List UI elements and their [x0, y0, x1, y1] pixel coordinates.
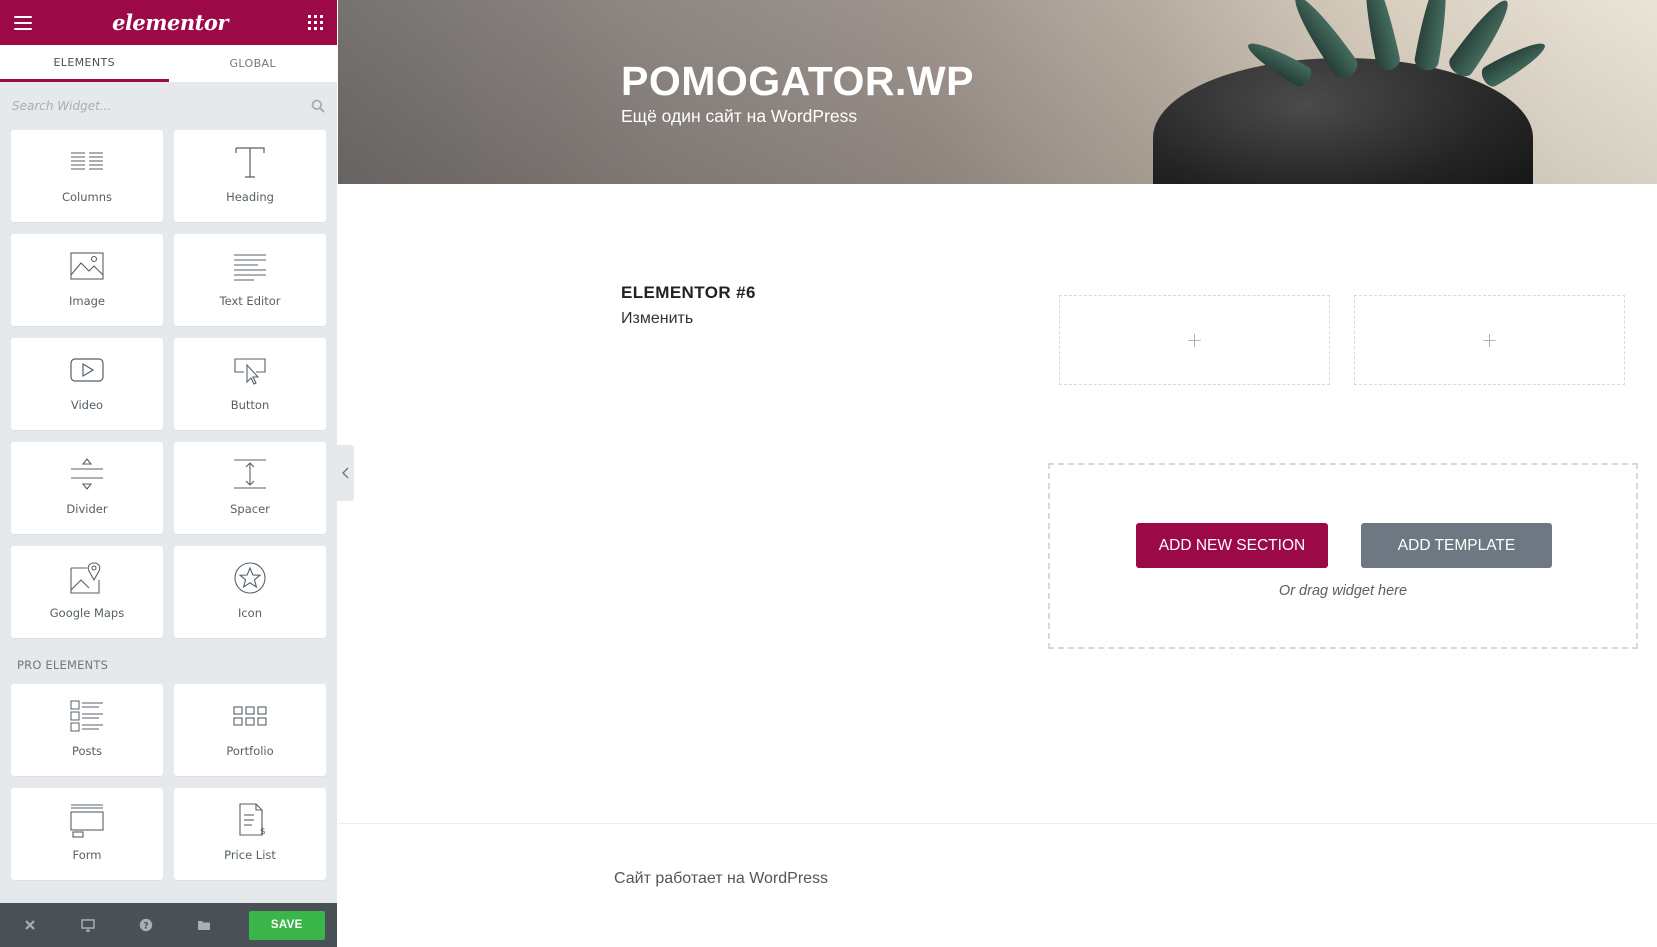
widget-label: Icon — [237, 606, 263, 620]
image-icon — [70, 252, 104, 280]
pro-elements-title: PRO ELEMENTS — [17, 658, 109, 672]
panel-footer: ? SAVE — [0, 903, 337, 947]
post-title: ELEMENTOR #6 — [621, 283, 756, 302]
add-template-button[interactable]: ADD TEMPLATE — [1361, 523, 1552, 568]
chevron-left-icon — [341, 467, 348, 479]
widget-label: Form — [72, 848, 102, 862]
collapse-panel-handle[interactable] — [337, 445, 354, 501]
widget-portfolio[interactable]: Portfolio — [174, 684, 326, 776]
panel-tabs: ELEMENTS GLOBAL — [0, 45, 337, 82]
site-footer-text: Сайт работает на WordPress — [614, 870, 829, 887]
video-icon — [70, 358, 104, 382]
widget-label: Video — [70, 398, 104, 412]
close-icon — [24, 920, 35, 930]
search-input[interactable] — [12, 99, 325, 113]
elementor-logo: elementor — [112, 10, 228, 35]
widget-label: Price List — [224, 848, 276, 862]
basic-widgets-grid: Columns Heading Image Text Editor Video … — [0, 130, 337, 638]
text-editor-icon — [234, 254, 266, 281]
search-icon — [311, 99, 325, 113]
divider-icon — [71, 458, 103, 490]
tab-global[interactable]: GLOBAL — [169, 45, 338, 82]
save-button[interactable]: SAVE — [248, 910, 326, 940]
edit-link[interactable]: Изменить — [621, 310, 693, 328]
widget-label: Portfolio — [226, 744, 274, 758]
widget-google-maps[interactable]: Google Maps — [11, 546, 163, 638]
widget-label: Text Editor — [219, 294, 281, 308]
empty-column-add[interactable]: + — [1059, 295, 1330, 385]
site-tagline: Ещё один сайт на WordPress — [621, 106, 858, 126]
widget-label: Divider — [66, 502, 108, 516]
widget-price-list[interactable]: $ Price List — [174, 788, 326, 880]
heading-icon — [235, 147, 265, 178]
widget-label: Spacer — [230, 502, 270, 516]
portfolio-icon — [233, 706, 267, 726]
svg-text:$: $ — [260, 827, 266, 837]
widget-label: Columns — [61, 190, 113, 204]
star-icon — [234, 562, 266, 594]
widget-spacer[interactable]: Spacer — [174, 442, 326, 534]
widget-form[interactable]: Form — [11, 788, 163, 880]
columns-icon — [71, 152, 103, 170]
price-list-icon: $ — [239, 803, 266, 837]
widget-text-editor[interactable]: Text Editor — [174, 234, 326, 326]
svg-text:?: ? — [143, 922, 148, 932]
panel-header: elementor — [0, 0, 337, 45]
widget-video[interactable]: Video — [11, 338, 163, 430]
widget-image[interactable]: Image — [11, 234, 163, 326]
widget-heading[interactable]: Heading — [174, 130, 326, 222]
folder-icon — [197, 921, 210, 930]
menu-icon[interactable] — [14, 15, 32, 30]
drag-widget-hint: Or drag widget here — [1278, 583, 1408, 599]
footer-divider — [338, 823, 1657, 824]
widget-label: Google Maps — [49, 606, 125, 620]
widget-posts[interactable]: Posts — [11, 684, 163, 776]
widget-search — [0, 82, 337, 130]
empty-column-add[interactable]: + — [1354, 295, 1625, 385]
pro-widgets-grid: Posts Portfolio Form $ Price List — [0, 684, 337, 880]
widget-label: Image — [68, 294, 106, 308]
close-button[interactable] — [16, 911, 43, 939]
tab-elements[interactable]: ELEMENTS — [0, 45, 169, 82]
widget-divider[interactable]: Divider — [11, 442, 163, 534]
responsive-mode-button[interactable] — [74, 911, 101, 939]
add-new-section-button[interactable]: ADD NEW SECTION — [1136, 523, 1328, 568]
widget-icon[interactable]: Icon — [174, 546, 326, 638]
widget-label: Posts — [71, 744, 103, 758]
spacer-icon — [234, 459, 266, 489]
widget-label: Button — [230, 398, 270, 412]
elementor-panel: elementor ELEMENTS GLOBAL Columns — [0, 0, 337, 947]
widget-columns[interactable]: Columns — [11, 130, 163, 222]
site-title[interactable]: POMOGATOR.WP — [621, 58, 974, 105]
add-section-area: ADD NEW SECTION ADD TEMPLATE Or drag wid… — [1048, 463, 1638, 649]
posts-icon — [70, 700, 103, 732]
site-header: POMOGATOR.WP Ещё один сайт на WordPress — [338, 0, 1657, 184]
widget-label: Heading — [226, 190, 274, 204]
widget-button[interactable]: Button — [174, 338, 326, 430]
help-icon: ? — [139, 918, 153, 932]
button-icon — [234, 358, 266, 385]
widgets-grid-icon[interactable] — [307, 15, 323, 30]
header-overlay — [338, 0, 1657, 184]
form-icon — [70, 804, 104, 838]
help-button[interactable]: ? — [132, 911, 159, 939]
desktop-icon — [80, 919, 95, 932]
templates-button[interactable] — [190, 911, 217, 939]
google-maps-icon — [70, 562, 101, 594]
